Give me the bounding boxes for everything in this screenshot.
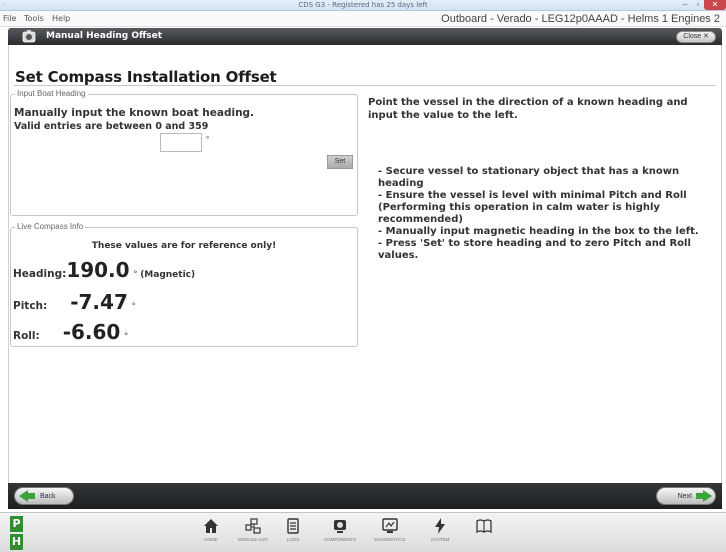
pitch-value: -7.47 <box>70 290 128 314</box>
menu-help[interactable]: Help <box>52 14 70 23</box>
live-compass-group: Live Compass Info These values are for r… <box>10 222 358 347</box>
h-badge[interactable]: H <box>10 534 23 550</box>
minimize-button[interactable]: – <box>678 0 692 10</box>
bottom-taskbar: P H HOME MODULE LIST LOGS COMPONENTS DIA… <box>0 512 726 552</box>
taskbar-caption: LOGS <box>286 537 300 542</box>
instruction-step: - Manually input magnetic heading in the… <box>378 226 699 237</box>
heading-unit: ° <box>133 269 138 279</box>
home-icon <box>204 519 218 533</box>
instructions-list: - Secure vessel to stationary object tha… <box>378 166 712 262</box>
instructions-intro: Point the vessel in the direction of a k… <box>368 97 688 121</box>
compass-icon <box>22 30 36 43</box>
heading-divider <box>14 85 716 86</box>
close-section-label: Close <box>683 33 702 40</box>
close-window-button[interactable]: ✕ <box>704 0 726 10</box>
menubar: File Tools Help Outboard - Verado - LEG1… <box>0 11 726 27</box>
window-controls: – ▫ ✕ <box>678 0 726 10</box>
next-arrow-icon <box>703 490 712 502</box>
components-icon <box>334 520 346 533</box>
section-title: Manual Heading Offset <box>46 31 163 41</box>
next-button[interactable]: Next <box>656 487 716 505</box>
taskbar-caption: COMPONENTS <box>323 537 357 542</box>
window-titlebar: ◦ CDS G3 - Registered has 25 days left –… <box>0 0 726 11</box>
close-section-button[interactable]: Close ✕ <box>676 31 716 43</box>
back-button[interactable]: Back <box>14 487 74 505</box>
taskbar-caption: HOME <box>204 537 218 542</box>
navigation-bar: Back Next <box>8 483 722 509</box>
diagnostics-icon <box>382 518 398 533</box>
pitch-row: Pitch: -7.47 ° <box>13 290 135 314</box>
page-title: Set Compass Installation Offset <box>15 68 277 86</box>
heading-row: Heading: 190.0 ° (Magnetic) <box>13 258 195 282</box>
input-boat-heading-group: Input Boat Heading Manually input the kn… <box>10 89 358 216</box>
taskbar-system[interactable]: SYSTEM <box>422 517 458 551</box>
input-group-legend: Input Boat Heading <box>15 89 88 98</box>
roll-unit: ° <box>124 331 128 341</box>
book-icon <box>476 519 492 534</box>
pitch-unit: ° <box>131 301 136 311</box>
back-arrow-icon <box>19 490 28 502</box>
maximize-button[interactable]: ▫ <box>692 0 704 10</box>
taskbar-logs[interactable]: LOGS <box>275 517 311 551</box>
set-button[interactable]: Set <box>327 155 353 169</box>
heading-input[interactable] <box>160 133 202 152</box>
taskbar-module-list[interactable]: MODULE LIST <box>235 517 271 551</box>
heading-label: Heading: <box>13 268 67 280</box>
taskbar-diagnostics[interactable]: DIAGNOSTICS <box>372 517 408 551</box>
heading-value: 190.0 <box>66 258 130 282</box>
logs-icon <box>287 518 299 534</box>
back-label: Back <box>40 492 56 500</box>
window-title: CDS G3 - Registered has 25 days left <box>298 1 428 9</box>
roll-value: -6.60 <box>62 320 121 344</box>
roll-label: Roll: <box>13 330 40 342</box>
taskbar-home[interactable]: HOME <box>193 517 229 551</box>
module-list-icon <box>245 518 261 534</box>
taskbar-caption: SYSTEM <box>430 537 450 542</box>
menu-tools[interactable]: Tools <box>24 14 44 23</box>
input-instruction: Manually input the known boat heading. <box>14 107 255 119</box>
pitch-label: Pitch: <box>13 300 48 312</box>
next-label: Next <box>677 492 692 500</box>
degree-symbol: ° <box>206 135 210 144</box>
menu-file[interactable]: File <box>3 14 16 23</box>
heading-reference: (Magnetic) <box>140 270 196 280</box>
instruction-step: - Press 'Set' to store heading and to ze… <box>378 238 691 261</box>
next-arrow-shaft <box>696 493 703 499</box>
taskbar-book[interactable] <box>466 517 502 551</box>
taskbar-caption: DIAGNOSTICS <box>374 537 406 542</box>
section-header: Manual Heading Offset Close ✕ <box>8 28 722 45</box>
reference-note: These values are for reference only! <box>91 241 277 251</box>
back-arrow-shaft <box>28 493 35 499</box>
instruction-step: - Ensure the vessel is level with minima… <box>378 190 687 225</box>
roll-row: Roll: -6.60 ° <box>13 320 128 344</box>
compass-group-legend: Live Compass Info <box>15 222 86 231</box>
taskbar-caption: MODULE LIST <box>237 537 268 542</box>
p-badge[interactable]: P <box>10 516 23 532</box>
lightning-icon <box>435 518 445 534</box>
engine-info: Outboard - Verado - LEG12p0AAAD - Helms … <box>441 13 720 25</box>
taskbar-components[interactable]: COMPONENTS <box>322 517 358 551</box>
instruction-step: - Secure vessel to stationary object tha… <box>378 166 680 189</box>
input-range-hint: Valid entries are between 0 and 359 <box>14 121 209 132</box>
